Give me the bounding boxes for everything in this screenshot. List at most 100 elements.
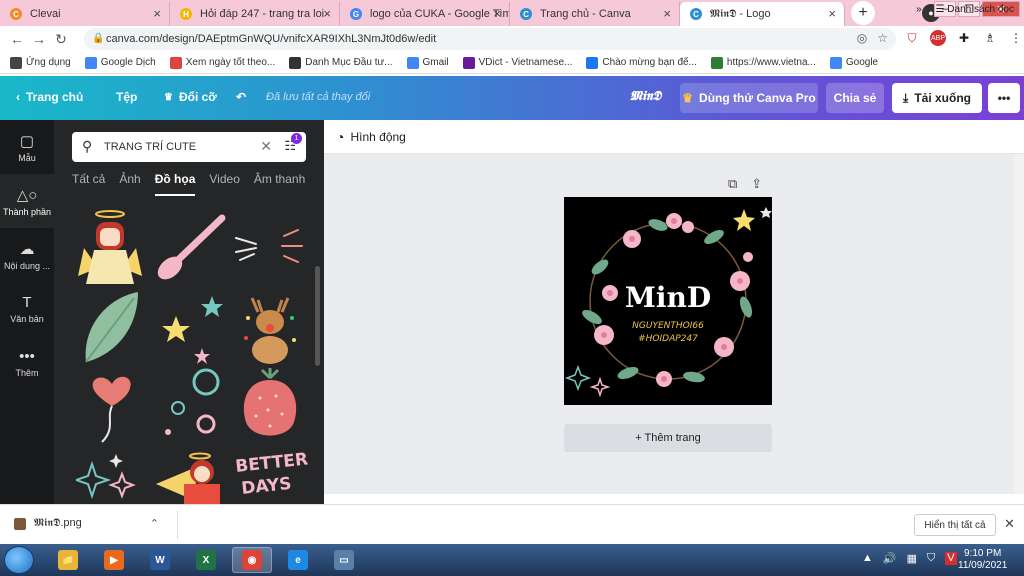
stars-graphic[interactable] [154,288,224,364]
undo-icon[interactable]: ↶ [236,90,246,104]
more-options-button[interactable]: ••• [988,83,1020,113]
close-tab-icon[interactable]: × [663,6,671,21]
adblock-icon[interactable]: ABP [930,30,946,46]
design-subtitle-1[interactable]: NGUYENTHOI66 [564,321,772,331]
bookmark-item[interactable]: https://www.vietna... [710,56,816,69]
taskbar-chrome[interactable]: ◉ [232,547,272,573]
internet-explorer-icon: e [288,550,308,570]
panel-tab[interactable]: Video [209,172,239,196]
design-title[interactable]: 𝕸𝖎𝖓𝕯 [630,89,661,104]
puzzle-icon[interactable]: ✚ [956,30,972,46]
bookmark-item[interactable]: Chào mừng bạn đế... [586,56,697,69]
rail-item[interactable]: △○ Thành phần [0,174,54,228]
animate-button[interactable]: Hình động [350,130,405,144]
svg-text:BETTER: BETTER [234,450,308,477]
forward-icon[interactable]: → [28,31,50,47]
download-item[interactable]: 𝕸𝖎𝖓𝕯.png ⌃ [14,517,159,530]
add-page-button[interactable]: + Thêm trang [564,424,772,452]
panel-tab[interactable]: Đồ họa [154,172,196,196]
design-subtitle-2[interactable]: #HOIDAP247 [564,334,772,344]
browser-tab[interactable]: C Clevai × [0,2,170,26]
panel-tab[interactable]: Tất cả [72,172,105,196]
panel-scrollbar[interactable] [315,266,320,366]
reindeer-graphic[interactable] [232,288,302,364]
search-input[interactable]: ⚲ TRANG TRÍ CUTE ✕ ☷ 1 [72,132,306,162]
start-button[interactable] [4,546,34,574]
bookmark-item[interactable]: Google [829,56,878,69]
bookmark-item[interactable]: VDict - Vietnamese... [462,56,572,69]
bubbles-graphic[interactable] [154,368,224,442]
rail-item[interactable]: ☁ Nội dung ... [0,228,54,282]
clock-time: 9:10 PM [964,548,1002,559]
taskbar-excel[interactable]: X [186,547,226,573]
browser-tab[interactable]: H Hỏi đáp 247 - trang tra loi × [170,2,340,26]
close-download-bar-icon[interactable]: ✕ [1004,516,1015,532]
eye-off-icon[interactable]: ◎ [857,31,867,45]
elements-icon: △○ [16,186,38,204]
bookmark-item[interactable]: Danh Mục Đầu tư... [289,56,393,69]
url-bar[interactable]: 🔒 canva.com/design/DAEptmGnWQU/vnifcXAR9… [84,28,896,50]
leaf-graphic[interactable] [76,288,146,363]
browser-tab[interactable]: C Trang chủ - Canva × [510,2,680,26]
bookmark-item[interactable]: Google Dịch [84,56,156,69]
close-tab-icon[interactable]: × [828,6,836,21]
shield-tray-icon[interactable]: ⛉ [927,552,935,565]
back-icon[interactable]: ← [6,31,28,47]
shield-extension-icon[interactable]: ⛉ [904,30,920,46]
close-tab-icon[interactable]: × [493,6,501,21]
reload-icon[interactable]: ↻ [50,31,72,48]
duplicate-page-icon[interactable]: ⧉ [728,176,737,192]
better-days-graphic[interactable]: BETTER DAYS [232,449,309,504]
try-pro-button[interactable]: ♛ Dùng thử Canva Pro [680,83,818,113]
clock[interactable]: 9:10 PM 11/09/2021 [958,548,1007,572]
show-all-downloads-button[interactable]: Hiển thị tất cả [914,514,996,536]
taskbar-internet-explorer[interactable]: e [278,547,318,573]
download-button[interactable]: ⤓ Tải xuống [892,83,982,113]
panel-tab[interactable]: Âm thanh [254,172,305,196]
extension-icon[interactable]: ♗ [982,30,998,46]
add-page-icon[interactable]: ⇪ [751,176,762,192]
browser-tab[interactable]: Glogo của CUKA - Google Tìm k × [340,2,510,26]
resize-button[interactable]: ♛ Đổi cỡ [164,90,217,104]
volume-icon[interactable]: 🔊 [883,552,897,565]
bookmarks-more[interactable]: » [916,4,922,15]
chevron-up-icon[interactable]: ⌃ [150,517,159,530]
angel-graphic[interactable] [76,208,146,284]
new-tab-button[interactable]: + [851,1,875,25]
strawberry-graphic[interactable] [232,368,302,442]
sparkles-graphic[interactable] [72,450,146,504]
fairy-graphic[interactable] [154,450,224,504]
star-icon[interactable]: ☆ [877,31,888,45]
rail-item[interactable]: T Văn bản [0,282,54,336]
rail-item[interactable]: ▢ Mẫu [0,120,54,174]
design-page[interactable]: MinD NGUYENTHOI66 #HOIDAP247 [564,197,772,405]
share-button[interactable]: Chia sẻ [826,83,884,113]
network-icon[interactable]: ▦ [907,552,917,565]
heart-balloon-graphic[interactable] [76,368,146,443]
panel-tab[interactable]: Ảnh [119,172,140,196]
close-tab-icon[interactable]: × [153,6,161,21]
taskbar-word[interactable]: W [140,547,180,573]
taskbar-media-player[interactable]: ▶ [94,547,134,573]
home-button[interactable]: ‹ Trang chủ [16,90,83,104]
bookmark-item[interactable]: Ứng dụng [10,56,71,69]
clock-date: 11/09/2021 [958,560,1008,571]
browser-tab[interactable]: C 𝕸𝖎𝖓𝕯 - Logo × [680,2,845,26]
canvas-scrollbar[interactable] [1014,154,1024,504]
vpn-icon[interactable]: V [945,552,957,565]
tray-arrow-icon[interactable]: ▲ [862,552,873,565]
globe-icon [710,56,723,69]
taskbar-explorer[interactable]: 📁 [48,547,88,573]
sparkle-lines-graphic[interactable] [232,208,303,282]
design-title-text[interactable]: MinD [564,281,772,314]
close-tab-icon[interactable]: × [323,6,331,21]
file-menu[interactable]: Tệp [116,90,137,104]
bookmark-item[interactable]: Xem ngày tốt theo... [169,56,275,69]
taskbar-remote[interactable]: ▭ [324,547,364,573]
spoon-graphic[interactable] [154,208,226,282]
rail-item[interactable]: ••• Thêm [0,336,54,390]
reading-list[interactable]: ☰ Danh sách đọc [936,4,1014,15]
clear-icon[interactable]: ✕ [260,138,272,155]
menu-dots-icon[interactable]: ⋮ [1008,30,1024,46]
bookmark-item[interactable]: Gmail [406,56,449,69]
